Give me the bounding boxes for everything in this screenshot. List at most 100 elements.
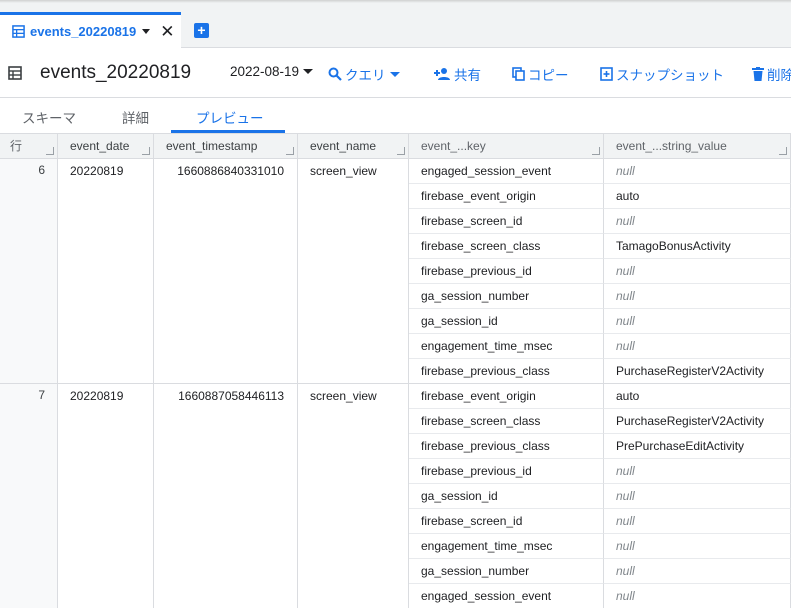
delete-button-label: 削除 [767,68,791,83]
tab-events-20220819[interactable]: events_20220819 ✕ [0,12,181,48]
snapshot-icon [600,67,613,81]
param-key-cell[interactable]: ga_session_number [409,284,604,309]
param-key-cell[interactable]: firebase_screen_class [409,409,604,434]
column-header-label: event_name [310,139,377,153]
date-selector[interactable]: 2022-08-19 [230,64,314,79]
trash-icon [752,67,764,81]
column-header-event-date[interactable]: event_date [58,134,154,159]
event-date-cell[interactable]: 20220819 [58,384,154,608]
column-header-event-params-string-value[interactable]: event_...string_value [604,134,791,159]
param-value-cell[interactable]: PurchaseRegisterV2Activity [604,359,791,384]
event-timestamp-cell-value: 1660887058446113 [178,389,284,403]
param-key-cell[interactable]: engaged_session_event [409,584,604,608]
resize-handle[interactable] [142,147,150,155]
param-key-cell[interactable]: firebase_screen_id [409,209,604,234]
param-value-cell[interactable]: null [604,309,791,334]
param-key-cell[interactable]: ga_session_id [409,309,604,334]
param-value-cell[interactable]: auto [604,184,791,209]
param-key-cell[interactable]: engagement_time_msec [409,334,604,359]
copy-icon [512,67,525,81]
event-name-cell-value: screen_view [310,164,377,178]
param-value-cell[interactable]: auto [604,384,791,409]
resize-handle[interactable] [592,147,600,155]
param-value-cell[interactable]: null [604,259,791,284]
event-timestamp-cell[interactable]: 1660886840331010 [154,159,298,384]
event-date-cell-value: 20220819 [70,164,124,178]
preview-table: 行 event_date event_timestamp event_name … [0,134,791,608]
column-header-row-number: 行 [0,134,58,159]
column-header-label: event_...string_value [616,139,727,153]
param-key-cell[interactable]: firebase_event_origin [409,384,604,409]
page-title: events_20220819 [40,62,192,83]
table-icon [12,25,25,38]
event-timestamp-cell-value: 1660886840331010 [177,164,284,178]
param-value-cell[interactable]: null [604,534,791,559]
tab-close-icon[interactable]: ✕ [160,23,174,40]
query-button[interactable]: クエリ [328,64,400,84]
column-header-label: event_date [70,139,130,153]
param-key-cell[interactable]: firebase_previous_id [409,259,604,284]
tab-details[interactable]: 詳細 [122,107,149,127]
tab-preview[interactable]: プレビュー [196,107,264,127]
resize-handle[interactable] [46,147,54,155]
param-value-cell[interactable]: null [604,484,791,509]
copy-button-label: コピー [528,68,569,83]
column-header-event-params-key[interactable]: event_...key [409,134,604,159]
param-value-cell[interactable]: null [604,559,791,584]
share-button[interactable]: 共有 [433,64,481,84]
share-button-label: 共有 [454,68,481,83]
detail-tabs: スキーマ 詳細 プレビュー [0,98,791,134]
tab-label: events_20220819 [30,24,137,39]
param-value-cell[interactable]: null [604,209,791,234]
param-value-cell[interactable]: null [604,334,791,359]
date-selector-label: 2022-08-19 [230,64,300,79]
table-toolbar: events_20220819 2022-08-19 クエリ 共有 コピー スナ… [0,48,791,98]
event-date-cell[interactable]: 20220819 [58,159,154,384]
search-icon [328,67,342,81]
query-button-label: クエリ [345,68,386,83]
param-key-cell[interactable]: ga_session_id [409,484,604,509]
param-key-cell[interactable]: engagement_time_msec [409,534,604,559]
add-tab-plus-icon[interactable]: + [194,23,209,38]
event-name-cell[interactable]: screen_view [298,159,409,384]
param-key-cell[interactable]: engaged_session_event [409,159,604,184]
param-key-cell[interactable]: firebase_screen_class [409,234,604,259]
param-key-cell[interactable]: firebase_event_origin [409,184,604,209]
row-number-cell: 7 [0,384,58,608]
param-key-cell[interactable]: firebase_screen_id [409,509,604,534]
column-header-event-timestamp[interactable]: event_timestamp [154,134,298,159]
param-key-cell[interactable]: ga_session_number [409,559,604,584]
param-key-cell[interactable]: firebase_previous_class [409,434,604,459]
param-value-cell[interactable]: null [604,159,791,184]
delete-button[interactable]: 削除 [752,64,791,84]
param-value-cell[interactable]: null [604,584,791,608]
resize-handle[interactable] [286,147,294,155]
row-number: 6 [38,163,45,177]
tab-bar: events_20220819 ✕ + [0,0,791,48]
param-value-cell[interactable]: null [604,509,791,534]
param-key-cell[interactable]: firebase_previous_class [409,359,604,384]
tab-menu-chevron-down-icon[interactable] [142,29,151,34]
resize-handle[interactable] [779,147,787,155]
param-value-cell[interactable]: PurchaseRegisterV2Activity [604,409,791,434]
snapshot-button[interactable]: スナップショット [600,64,724,84]
param-value-cell[interactable]: PrePurchaseEditActivity [604,434,791,459]
tab-schema[interactable]: スキーマ [22,107,76,127]
row-number-cell: 6 [0,159,58,384]
param-key-cell[interactable]: firebase_previous_id [409,459,604,484]
param-value-cell[interactable]: null [604,284,791,309]
snapshot-button-label: スナップショット [616,68,724,83]
add-person-icon [434,68,450,80]
param-value-cell[interactable]: TamagoBonusActivity [604,234,791,259]
event-name-cell[interactable]: screen_view [298,384,409,608]
event-date-cell-value: 20220819 [70,389,124,403]
column-header-event-name[interactable]: event_name [298,134,409,159]
active-tab-indicator [171,130,285,133]
copy-button[interactable]: コピー [512,64,569,84]
tab-bar-shadow [0,0,791,3]
event-timestamp-cell[interactable]: 1660887058446113 [154,384,298,608]
param-value-cell[interactable]: null [604,459,791,484]
resize-handle[interactable] [397,147,405,155]
row-number: 7 [38,388,45,402]
table-icon [8,66,22,80]
